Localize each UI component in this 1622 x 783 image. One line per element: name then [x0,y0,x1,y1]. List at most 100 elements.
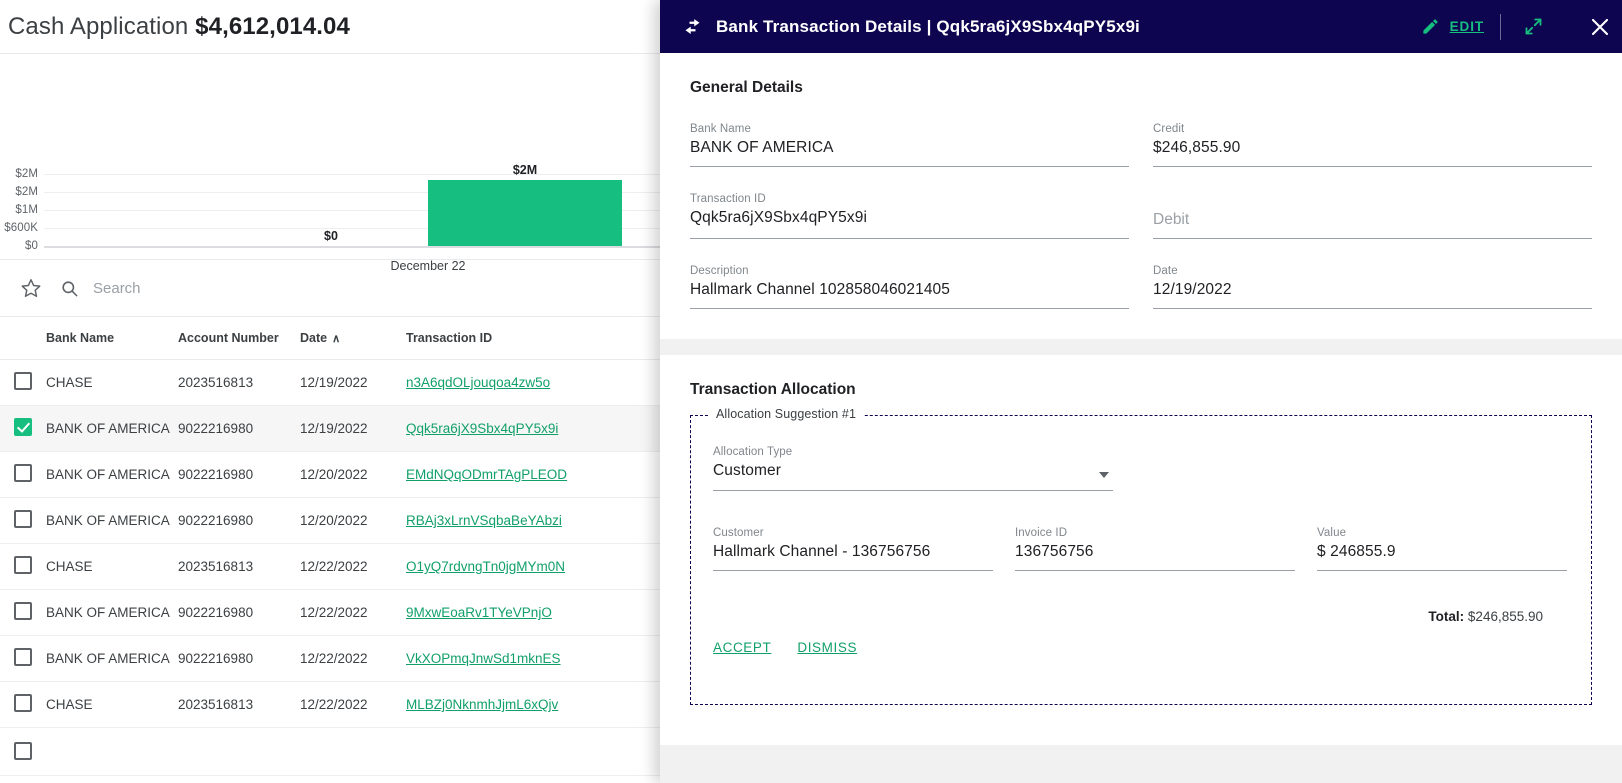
transaction-id-link[interactable]: n3A6qdOLjouqoa4zw5o [406,375,550,390]
row-checkbox[interactable] [14,742,32,760]
field-description[interactable]: Description Hallmark Channel 10285804602… [690,265,1129,309]
row-checkbox-cell[interactable] [0,589,46,636]
field-credit[interactable]: Credit $246,855.90 [1153,123,1592,167]
chart-ytick: $2M [15,186,38,198]
transaction-id-link[interactable]: 9MxwEoaRv1TYeVPnjO [406,605,552,620]
chevron-down-icon[interactable] [1099,472,1109,478]
field-bank-name[interactable]: Bank Name BANK OF AMERICA [690,123,1129,167]
field-debit[interactable]: Debit [1153,193,1592,239]
cell-account-number: 2023516813 [178,543,300,590]
row-checkbox-cell[interactable] [0,727,46,776]
transaction-id-link[interactable]: EMdNQqODmrTAgPLEOD [406,467,567,482]
star-icon[interactable] [16,273,46,303]
row-checkbox[interactable] [14,694,32,712]
accept-button[interactable]: ACCEPT [713,640,771,655]
cell-transaction-id [406,727,672,776]
table-row[interactable]: BANK OF AMERICA 9022216980 12/22/2022 9M… [0,589,672,636]
chart-bar-label-unapplied: $0 [324,229,338,243]
chart-bar-label-applied: $2M [512,163,538,177]
table-row[interactable]: CHASE 2023516813 12/22/2022 O1yQ7rdvngTn… [0,543,672,590]
cell-date: 12/22/2022 [300,589,406,636]
chart-bar-unapplied[interactable] [234,246,428,247]
search-icon [60,279,79,298]
allocation-fields-row: Customer Hallmark Channel - 136756756 In… [713,527,1567,571]
table-row[interactable]: BANK OF AMERICA 9022216980 12/19/2022 Qq… [0,405,672,452]
select-all-header[interactable] [0,317,46,360]
cash-application-chart: $2M $2M $1M $600K $0 $0 $2M December 22 [0,54,672,273]
transaction-id-link[interactable]: VkXOPmqJnwSd1mknES [406,651,561,666]
dismiss-button[interactable]: DISMISS [797,640,857,655]
cell-account-number: 2023516813 [178,359,300,406]
row-checkbox-cell[interactable] [0,451,46,498]
cell-transaction-id: 9MxwEoaRv1TYeVPnjO [406,589,672,636]
transactions-table: Bank Name Account Number Date ∧ Transacti… [0,317,672,776]
cell-date: 12/22/2022 [300,681,406,728]
field-credit-label: Credit [1153,123,1185,135]
field-transaction-id[interactable]: Transaction ID Qqk5ra6jX9Sbx4qPY5x9i [690,193,1129,239]
field-date-value: 12/19/2022 [1153,281,1232,298]
row-checkbox[interactable] [14,464,32,482]
general-details-card: General Details Bank Name BANK OF AMERIC… [660,53,1622,339]
column-header-bank-name[interactable]: Bank Name [46,317,178,360]
transaction-id-link[interactable]: RBAj3xLrnVSqbaBeYAbzi [406,513,562,528]
row-checkbox-cell[interactable] [0,635,46,682]
column-header-account-number[interactable]: Account Number [178,317,300,360]
row-checkbox[interactable] [14,556,32,574]
page-title-text: Cash Application [8,12,189,40]
row-checkbox[interactable] [14,510,32,528]
row-checkbox-cell[interactable] [0,497,46,544]
cell-account-number: 9022216980 [178,497,300,544]
cell-bank-name: BANK OF AMERICA [46,635,178,682]
field-allocation-customer[interactable]: Customer Hallmark Channel - 136756756 [713,527,993,571]
cell-account-number: 9022216980 [178,405,300,452]
cell-date: 12/22/2022 [300,543,406,590]
transaction-id-link[interactable]: MLBZj0NknmhJjmL6xQjv [406,697,558,712]
table-row[interactable]: BANK OF AMERICA 9022216980 12/22/2022 Vk… [0,635,672,682]
cell-transaction-id: O1yQ7rdvngTn0jgMYm0N [406,543,672,590]
row-checkbox-cell[interactable] [0,405,46,452]
field-bank-name-label: Bank Name [690,123,751,135]
close-icon[interactable] [1566,15,1618,39]
field-date[interactable]: Date 12/19/2022 [1153,265,1592,309]
chart-ytick: $1M [15,204,38,216]
cell-transaction-id: MLBZj0NknmhJjmL6xQjv [406,681,672,728]
field-allocation-invoice-id[interactable]: Invoice ID 136756756 [1015,527,1295,571]
panel-actions: EDIT [1405,13,1622,40]
row-checkbox[interactable] [14,418,32,436]
cell-transaction-id: RBAj3xLrnVSqbaBeYAbzi [406,497,672,544]
search-input[interactable] [93,279,393,297]
cell-account-number: 9022216980 [178,589,300,636]
cell-date: 12/19/2022 [300,405,406,452]
row-checkbox[interactable] [14,648,32,666]
allocation-type-select[interactable]: Allocation Type Customer [713,446,1113,491]
expand-icon[interactable] [1501,16,1566,37]
cell-bank-name [46,727,178,776]
row-checkbox[interactable] [14,602,32,620]
chart-xtick-label: December 22 [390,259,466,273]
row-checkbox-cell[interactable] [0,543,46,590]
table-row[interactable]: CHASE 2023516813 12/22/2022 MLBZj0NknmhJ… [0,681,672,728]
row-checkbox-cell[interactable] [0,681,46,728]
cell-date: 12/19/2022 [300,359,406,406]
table-row[interactable]: CHASE 2023516813 12/19/2022 n3A6qdOLjouq… [0,359,672,406]
cell-transaction-id: Qqk5ra6jX9Sbx4qPY5x9i [406,405,672,452]
row-checkbox[interactable] [14,372,32,390]
table-row[interactable]: BANK OF AMERICA 9022216980 12/20/2022 RB… [0,497,672,544]
row-checkbox-cell[interactable] [0,359,46,406]
transaction-id-link[interactable]: Qqk5ra6jX9Sbx4qPY5x9i [406,421,558,436]
general-details-fields: Bank Name BANK OF AMERICA Credit $246,85… [690,123,1592,309]
table-row-partial[interactable] [0,727,672,776]
field-bank-name-value: BANK OF AMERICA [690,139,834,156]
edit-button[interactable]: EDIT [1405,17,1500,36]
page-total-amount: $4,612,014.04 [195,12,350,40]
column-header-transaction-id[interactable]: Transaction ID [406,317,672,360]
cell-account-number: 2023516813 [178,681,300,728]
cell-bank-name: BANK OF AMERICA [46,451,178,498]
field-date-label: Date [1153,265,1178,277]
field-allocation-value[interactable]: Value $ 246855.9 [1317,527,1567,571]
chart-bar-applied[interactable] [428,180,622,246]
cell-transaction-id: n3A6qdOLjouqoa4zw5o [406,359,672,406]
transaction-id-link[interactable]: O1yQ7rdvngTn0jgMYm0N [406,559,565,574]
table-row[interactable]: BANK OF AMERICA 9022216980 12/20/2022 EM… [0,451,672,498]
column-header-date[interactable]: Date ∧ [300,317,406,360]
